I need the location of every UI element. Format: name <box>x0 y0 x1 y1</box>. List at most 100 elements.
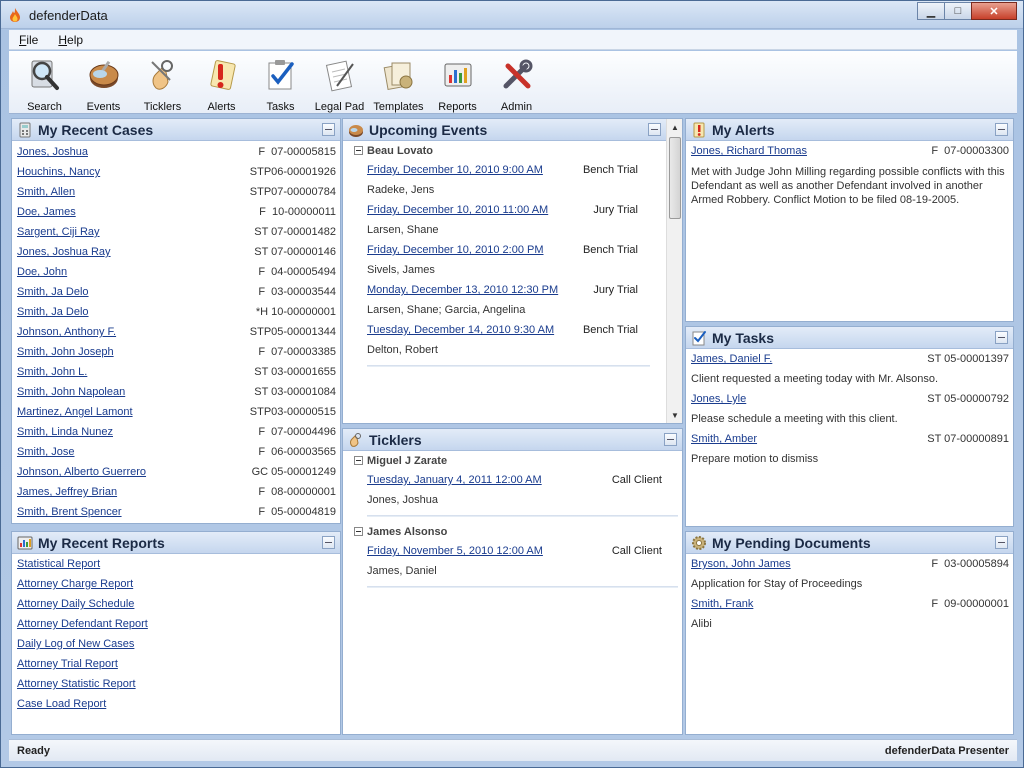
event-item: Tuesday, December 14, 2010 9:30 AM Bench … <box>343 320 666 360</box>
collapse-toggle-icon[interactable] <box>354 456 363 465</box>
tickler-date-link[interactable]: Friday, November 5, 2010 12:00 AM <box>367 545 543 557</box>
scroll-up-icon[interactable]: ▲ <box>667 119 682 135</box>
event-group-header[interactable]: Beau Lovato <box>343 141 666 160</box>
case-link[interactable]: Doe, John <box>17 266 67 278</box>
task-client-link[interactable]: James, Daniel F. <box>691 353 772 365</box>
case-link[interactable]: Jones, Joshua <box>17 146 88 158</box>
templates-icon <box>381 57 417 93</box>
toolbar-ticklers-label: Ticklers <box>143 101 182 113</box>
list-item: Attorney Defendant Report <box>12 614 340 634</box>
case-link[interactable]: Martinez, Angel Lamont <box>17 406 133 418</box>
toolbar-reports-button[interactable]: Reports <box>428 51 487 113</box>
event-date-link[interactable]: Friday, December 10, 2010 11:00 AM <box>367 204 548 216</box>
report-link[interactable]: Statistical Report <box>17 558 100 570</box>
tickler-group-header[interactable]: James Alsonso <box>343 522 682 541</box>
close-icon: ✕ <box>989 5 999 18</box>
recent-reports-list: Statistical Report Attorney Charge Repor… <box>12 554 340 714</box>
maximize-icon: □ <box>954 5 962 17</box>
event-date-link[interactable]: Tuesday, December 14, 2010 9:30 AM <box>367 324 554 336</box>
report-link[interactable]: Attorney Trial Report <box>17 658 118 670</box>
list-item: Sargent, Ciji Ray ST 07-00001482 <box>12 222 340 242</box>
toolbar-ticklers-button[interactable]: Ticklers <box>133 51 192 113</box>
tickler-group-header[interactable]: Miguel J Zarate <box>343 451 682 470</box>
case-link[interactable]: James, Jeffrey Brian <box>17 486 117 498</box>
case-link[interactable]: Johnson, Anthony F. <box>17 326 116 338</box>
menu-bar: File Help <box>9 30 1017 50</box>
collapse-toggle-icon[interactable] <box>354 527 363 536</box>
case-link[interactable]: Sargent, Ciji Ray <box>17 226 100 238</box>
scroll-thumb[interactable] <box>669 137 681 219</box>
events-scrollbar[interactable]: ▲ ▼ <box>666 119 682 423</box>
tickler-date-link[interactable]: Tuesday, January 4, 2011 12:00 AM <box>367 474 542 486</box>
ticklers-collapse-button[interactable] <box>664 433 677 446</box>
case-link[interactable]: Jones, Joshua Ray <box>17 246 111 258</box>
case-link[interactable]: Smith, Ja Delo <box>17 306 89 318</box>
toolbar-admin-label: Admin <box>500 101 533 113</box>
event-date-link[interactable]: Monday, December 13, 2010 12:30 PM <box>367 284 558 296</box>
event-date-link[interactable]: Friday, December 10, 2010 2:00 PM <box>367 244 544 256</box>
pending-documents-collapse-button[interactable] <box>995 536 1008 549</box>
toolbar-search-button[interactable]: Search <box>15 51 74 113</box>
toolbar-alerts-button[interactable]: Alerts <box>192 51 251 113</box>
event-item: Friday, December 10, 2010 9:00 AM Bench T… <box>343 160 666 200</box>
alert-row: Jones, Richard Thomas F 07-00003300 <box>686 141 1013 161</box>
case-link[interactable]: Smith, Allen <box>17 186 75 198</box>
collapse-toggle-icon[interactable] <box>354 146 363 155</box>
case-link[interactable]: Smith, Jose <box>17 446 74 458</box>
scroll-down-icon[interactable]: ▼ <box>667 407 682 423</box>
maximize-button[interactable]: □ <box>944 2 972 20</box>
toolbar-tasks-label: Tasks <box>266 101 295 113</box>
alert-client-link[interactable]: Jones, Richard Thomas <box>691 145 807 157</box>
toolbar-tasks-button[interactable]: Tasks <box>251 51 310 113</box>
ticklers-header: Ticklers <box>343 429 682 451</box>
toolbar-admin-button[interactable]: Admin <box>487 51 546 113</box>
task-client-link[interactable]: Jones, Lyle <box>691 393 746 405</box>
upcoming-events-collapse-button[interactable] <box>648 123 661 136</box>
close-button[interactable]: ✕ <box>971 2 1017 20</box>
event-type: Bench Trial <box>582 244 638 256</box>
document-client-link[interactable]: Bryson, John James <box>691 558 791 570</box>
menu-file[interactable]: File <box>9 33 48 47</box>
minimize-button[interactable]: ▁ <box>917 2 945 20</box>
menu-help[interactable]: Help <box>48 33 93 47</box>
case-link[interactable]: Johnson, Alberto Guerrero <box>17 466 146 478</box>
task-client-link[interactable]: Smith, Amber <box>691 433 757 445</box>
toolbar-legal-pad-label: Legal Pad <box>314 101 365 113</box>
document-case-number: F 03-00005894 <box>931 558 1009 570</box>
case-link[interactable]: Smith, John L. <box>17 366 87 378</box>
list-item: Smith, Linda Nunez F 07-00004496 <box>12 422 340 442</box>
report-link[interactable]: Attorney Statistic Report <box>17 678 136 690</box>
case-link[interactable]: Smith, John Joseph <box>17 346 114 358</box>
toolbar-events-label: Events <box>86 101 121 113</box>
toolbar-legal-pad-button[interactable]: Legal Pad <box>310 51 369 113</box>
report-link[interactable]: Daily Log of New Cases <box>17 638 134 650</box>
event-date-link[interactable]: Friday, December 10, 2010 9:00 AM <box>367 164 543 176</box>
case-link[interactable]: Doe, James <box>17 206 76 218</box>
recent-cases-collapse-button[interactable] <box>322 123 335 136</box>
tasks-panel: My Tasks James, Daniel F. ST 05-00001397 … <box>685 326 1014 527</box>
list-item: Attorney Statistic Report <box>12 674 340 694</box>
case-link[interactable]: Smith, John Napolean <box>17 386 125 398</box>
report-link[interactable]: Attorney Charge Report <box>17 578 133 590</box>
tickler-line: Friday, November 5, 2010 12:00 AM Call Cl… <box>367 541 672 561</box>
document-client-link[interactable]: Smith, Frank <box>691 598 753 610</box>
alert-case-number: F 07-00003300 <box>931 145 1009 157</box>
toolbar-templates-button[interactable]: Templates <box>369 51 428 113</box>
case-link[interactable]: Houchins, Nancy <box>17 166 100 178</box>
report-link[interactable]: Attorney Daily Schedule <box>17 598 134 610</box>
report-link[interactable]: Attorney Defendant Report <box>17 618 148 630</box>
case-number: F 07-00005815 <box>258 146 336 158</box>
case-link[interactable]: Smith, Linda Nunez <box>17 426 113 438</box>
recent-reports-collapse-button[interactable] <box>322 536 335 549</box>
alerts-collapse-button[interactable] <box>995 123 1008 136</box>
tasks-collapse-button[interactable] <box>995 331 1008 344</box>
search-icon <box>27 57 63 93</box>
app-window: defenderData ▁ □ ✕ File Help Search Even… <box>0 0 1024 768</box>
event-client: Larsen, Shane; Garcia, Angelina <box>367 304 526 316</box>
toolbar-events-button[interactable]: Events <box>74 51 133 113</box>
case-link[interactable]: Smith, Brent Spencer <box>17 506 122 518</box>
divider <box>367 365 650 367</box>
report-link[interactable]: Case Load Report <box>17 698 106 710</box>
tasks-icon <box>263 57 299 93</box>
case-link[interactable]: Smith, Ja Delo <box>17 286 89 298</box>
